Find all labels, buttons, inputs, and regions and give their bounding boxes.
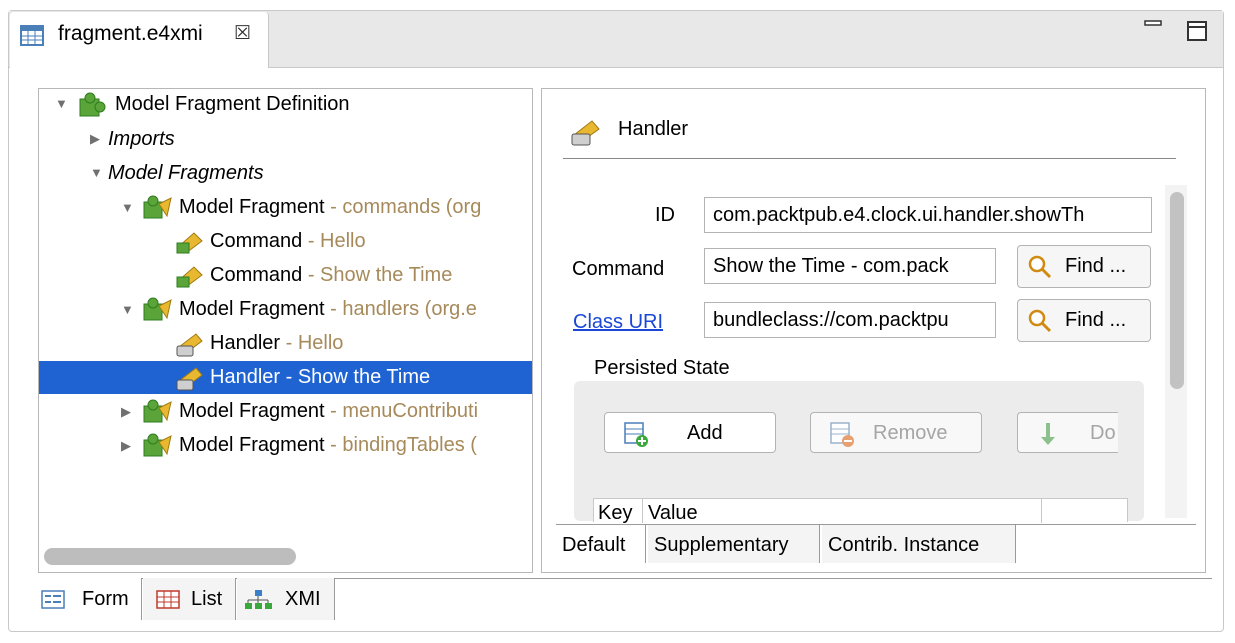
tree-item-detail: - Hello bbox=[302, 230, 366, 252]
magnifier-icon bbox=[1028, 309, 1052, 333]
command-icon bbox=[176, 266, 203, 288]
model-fragment-icon bbox=[143, 297, 172, 321]
hierarchy-icon bbox=[245, 590, 272, 609]
column-divider bbox=[642, 499, 643, 523]
model-fragment-icon bbox=[143, 433, 172, 457]
command-icon bbox=[176, 232, 203, 254]
column-header-value[interactable]: Value bbox=[648, 503, 698, 523]
id-field[interactable]: com.packtpub.e4.clock.ui.handler.showTh bbox=[704, 197, 1152, 233]
editor-tab-title: fragment.e4xmi bbox=[58, 22, 203, 45]
minimize-icon[interactable] bbox=[1143, 16, 1165, 38]
tab-default[interactable]: Default bbox=[556, 525, 646, 563]
tree-item-label: Model Fragment bbox=[179, 434, 325, 456]
tree-item-label: Imports bbox=[108, 128, 175, 150]
puzzle-icon bbox=[79, 92, 106, 117]
magnifier-icon bbox=[1028, 255, 1052, 279]
tree-item-imports[interactable]: Imports bbox=[108, 123, 175, 155]
tree-item-label: Command bbox=[210, 230, 303, 252]
expand-toggle-icon[interactable]: ▼ bbox=[121, 200, 134, 215]
collapsed-toggle-icon[interactable]: ▶ bbox=[121, 404, 131, 420]
handler-icon bbox=[176, 367, 203, 391]
tab-form-label: Form bbox=[82, 588, 129, 610]
id-label: ID bbox=[655, 204, 675, 226]
tree-item-detail: - bindingTables ( bbox=[324, 434, 477, 456]
column-divider bbox=[1041, 499, 1042, 523]
maximize-icon[interactable] bbox=[1186, 20, 1208, 42]
tree-item-label: Model Fragment bbox=[179, 400, 325, 422]
tree-item-detail: - Show the Time bbox=[302, 264, 453, 286]
tree-item-detail: - handlers (org.e bbox=[324, 298, 477, 320]
tree-item-fragment-commands[interactable]: Model Fragment - commands (org bbox=[179, 191, 481, 223]
add-row-icon bbox=[624, 422, 648, 447]
tree-item-label: Handler bbox=[210, 332, 281, 354]
tree-item-detail: - Hello bbox=[280, 332, 344, 354]
class-uri-link[interactable]: Class URI bbox=[573, 311, 663, 334]
tab-xmi[interactable]: XMI bbox=[237, 578, 335, 620]
handler-icon bbox=[571, 120, 600, 146]
tree-item-fragment-menu[interactable]: Model Fragment - menuContributi bbox=[179, 395, 478, 427]
form-icon bbox=[41, 590, 65, 609]
tab-contrib-instance[interactable]: Contrib. Instance bbox=[822, 525, 1016, 563]
collapsed-toggle-icon[interactable]: ▶ bbox=[121, 438, 131, 454]
tree-item-root[interactable]: Model Fragment Definition bbox=[115, 88, 350, 120]
tree-item-handler-show-time[interactable]: Handler - Show the Time bbox=[210, 361, 430, 393]
column-header-key[interactable]: Key bbox=[598, 503, 632, 523]
expand-toggle-icon[interactable]: ▼ bbox=[121, 302, 134, 317]
move-down-button-label: Do bbox=[1090, 422, 1116, 444]
add-button[interactable]: Add bbox=[604, 412, 776, 453]
tab-supplementary[interactable]: Supplementary bbox=[648, 525, 820, 563]
tree-item-label: Model Fragment Definition bbox=[115, 93, 350, 115]
tab-form[interactable]: Form bbox=[36, 578, 142, 620]
model-fragment-icon bbox=[143, 399, 172, 423]
tree-item-label: Model Fragments bbox=[108, 162, 264, 184]
detail-tab-bar: Default Supplementary Contrib. Instance bbox=[556, 524, 1196, 565]
collapsed-toggle-icon[interactable]: ▶ bbox=[90, 131, 100, 147]
arrow-down-icon bbox=[1041, 423, 1055, 445]
tab-list-label: List bbox=[191, 588, 223, 610]
handler-icon bbox=[176, 333, 203, 357]
tree-item-label: Command bbox=[210, 264, 303, 286]
tree-horizontal-scrollbar[interactable] bbox=[44, 548, 296, 565]
tree-item-model-fragments[interactable]: Model Fragments bbox=[108, 157, 264, 189]
tree-item-label: Handler bbox=[210, 366, 281, 388]
tree-item-fragment-handlers[interactable]: Model Fragment - handlers (org.e bbox=[179, 293, 477, 325]
tree-item-detail: - menuContributi bbox=[324, 400, 479, 422]
close-tab-icon[interactable]: ☒ bbox=[234, 22, 251, 45]
find-class-button[interactable]: Find ... bbox=[1017, 299, 1151, 342]
class-uri-link-text[interactable]: Class URI bbox=[573, 311, 663, 333]
tree-item-handler-hello[interactable]: Handler - Hello bbox=[210, 327, 343, 359]
move-down-button[interactable]: Do bbox=[1017, 412, 1118, 453]
tree-item-label: Model Fragment bbox=[179, 298, 325, 320]
tab-list[interactable]: List bbox=[143, 578, 236, 620]
remove-button[interactable]: Remove bbox=[810, 412, 982, 453]
remove-button-label: Remove bbox=[873, 422, 948, 444]
tree-item-command-hello[interactable]: Command - Hello bbox=[210, 225, 366, 257]
tree-item-detail: - Show the Time bbox=[280, 366, 431, 388]
tree-item-detail: - commands (org bbox=[324, 196, 482, 218]
expand-toggle-icon[interactable]: ▼ bbox=[55, 96, 68, 111]
command-label: Command bbox=[572, 258, 665, 280]
find-button-label: Find ... bbox=[1065, 309, 1127, 331]
find-button-label: Find ... bbox=[1065, 255, 1127, 277]
remove-row-icon bbox=[830, 422, 854, 447]
persisted-state-label: Persisted State bbox=[594, 357, 730, 379]
command-field[interactable]: Show the Time - com.pack bbox=[704, 248, 996, 284]
header-separator bbox=[563, 158, 1176, 159]
table-icon bbox=[156, 590, 180, 609]
model-fragment-icon bbox=[143, 195, 172, 219]
find-command-button[interactable]: Find ... bbox=[1017, 245, 1151, 288]
class-uri-field[interactable]: bundleclass://com.packtpu bbox=[704, 302, 996, 338]
add-button-label: Add bbox=[687, 422, 723, 444]
tab-xmi-label: XMI bbox=[285, 588, 321, 610]
detail-vertical-scrollbar[interactable] bbox=[1170, 192, 1184, 389]
tree-item-fragment-binding[interactable]: Model Fragment - bindingTables ( bbox=[179, 429, 477, 461]
tree-item-command-show-time[interactable]: Command - Show the Time bbox=[210, 259, 452, 291]
table-editor-icon bbox=[20, 25, 44, 46]
tree-item-label: Model Fragment bbox=[179, 196, 325, 218]
persisted-state-table[interactable]: Key Value bbox=[593, 498, 1128, 523]
detail-header-title: Handler bbox=[618, 118, 689, 140]
expand-toggle-icon[interactable]: ▼ bbox=[90, 165, 103, 180]
